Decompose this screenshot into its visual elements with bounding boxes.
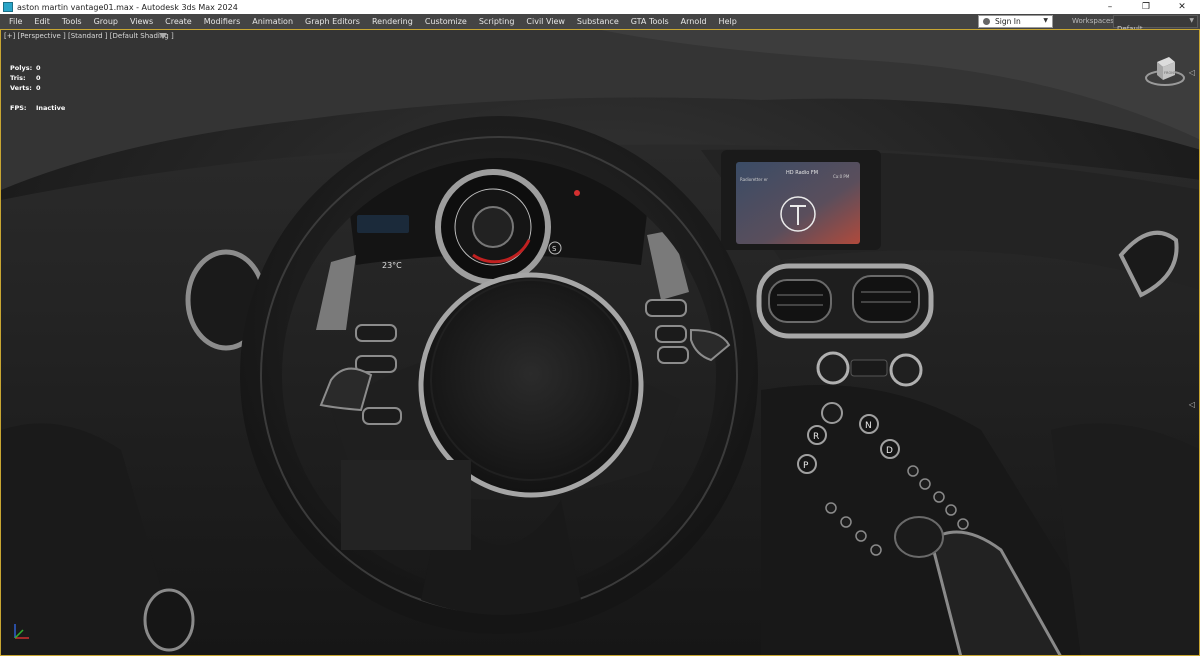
window-controls: – ❐ ✕: [1092, 0, 1200, 14]
minimize-button[interactable]: –: [1092, 0, 1128, 14]
filter-icon[interactable]: [159, 33, 167, 39]
menu-item-civil-view[interactable]: Civil View: [520, 14, 571, 29]
verts-label: Verts:: [10, 84, 32, 92]
wheel-left-button-3: [362, 407, 402, 425]
viewcube[interactable]: FRONT: [1143, 48, 1189, 94]
wheel-left-button-1: [355, 324, 397, 342]
perspective-viewport[interactable]: 23°C S HD Radio FM Radioretter er Ca:0 P…: [0, 29, 1200, 656]
app-icon: [3, 2, 13, 12]
cluster-badge: S: [552, 245, 557, 253]
tris-label: Tris:: [10, 74, 26, 82]
door-handle: [143, 588, 195, 652]
viewcube-face-label: FRONT: [1164, 71, 1177, 75]
right-climate-knob: [889, 353, 923, 387]
wheel-right-button-3: [657, 346, 689, 364]
menu-item-tools[interactable]: Tools: [56, 14, 88, 29]
window-title: aston martin vantage01.max - Autodesk 3d…: [17, 2, 238, 12]
menu-bar: File Edit Tools Group Views Create Modifiers An…: [0, 14, 1200, 33]
fps-value: Inactive: [36, 104, 66, 112]
menu-item-scripting[interactable]: Scripting: [473, 14, 521, 29]
close-button[interactable]: ✕: [1164, 0, 1200, 14]
viewport-statistics: Polys: 0 Tris: 0 Verts: 0 FPS: Inactive: [10, 63, 65, 113]
menu-item-rendering[interactable]: Rendering: [366, 14, 419, 29]
menu-item-views[interactable]: Views: [124, 14, 159, 29]
viewport-arrow-icon[interactable]: ◁: [1189, 400, 1195, 409]
sign-in-dropdown[interactable]: Sign In ▼: [978, 15, 1053, 28]
radio-station: HD Radio FM: [786, 170, 818, 176]
menu-item-group[interactable]: Group: [88, 14, 124, 29]
verts-value: 0: [36, 84, 41, 92]
viewport-label[interactable]: [+] [Perspective ] [Standard ] [Default …: [4, 32, 174, 40]
gear-p-label: P: [803, 461, 809, 471]
wheel-right-button-1: [645, 299, 687, 317]
axis-gizmo: [14, 624, 29, 639]
polys-label: Polys:: [10, 64, 33, 72]
gear-r-label: R: [813, 432, 819, 442]
menu-item-modifiers[interactable]: Modifiers: [198, 14, 247, 29]
restore-button[interactable]: ❐: [1128, 0, 1164, 14]
menu-item-arnold[interactable]: Arnold: [675, 14, 713, 29]
gear-n-label: N: [865, 421, 872, 431]
gear-d-label: D: [886, 446, 893, 456]
cluster-temperature: 23°C: [382, 261, 402, 270]
chevron-down-icon: ▼: [1043, 17, 1048, 24]
wheel-right-button-2: [655, 325, 687, 343]
menu-item-customize[interactable]: Customize: [419, 14, 473, 29]
menu-item-substance[interactable]: Substance: [571, 14, 625, 29]
radio-right-text: Ca:0 PM: [833, 174, 850, 179]
car-interior-render: 23°C S HD Radio FM Radioretter er Ca:0 P…: [1, 30, 1199, 655]
menu-items: File Edit Tools Group Views Create Modifiers An…: [0, 14, 743, 29]
menu-item-edit[interactable]: Edit: [28, 14, 56, 29]
user-icon: [983, 18, 990, 25]
menu-item-gta-tools[interactable]: GTA Tools: [625, 14, 675, 29]
title-bar: aston martin vantage01.max - Autodesk 3d…: [0, 0, 1200, 14]
engine-start-button: [821, 402, 843, 424]
menu-item-graph-editors[interactable]: Graph Editors: [299, 14, 366, 29]
workspaces-select[interactable]: Default ▼: [1113, 15, 1198, 33]
fps-label: FPS:: [10, 104, 27, 112]
menu-item-animation[interactable]: Animation: [246, 14, 299, 29]
tris-value: 0: [36, 74, 41, 82]
workspaces-label: Workspaces:: [1072, 17, 1117, 25]
menu-item-help[interactable]: Help: [713, 14, 743, 29]
left-climate-knob: [816, 351, 850, 385]
radio-left-text: Radioretter er: [740, 177, 768, 182]
sign-in-label: Sign In: [995, 17, 1021, 26]
chevron-down-icon: ▼: [1189, 17, 1194, 24]
menu-item-create[interactable]: Create: [159, 14, 198, 29]
menu-item-file[interactable]: File: [3, 14, 28, 29]
viewcube-arrow-icon[interactable]: ◁: [1189, 68, 1195, 77]
polys-value: 0: [36, 64, 41, 72]
